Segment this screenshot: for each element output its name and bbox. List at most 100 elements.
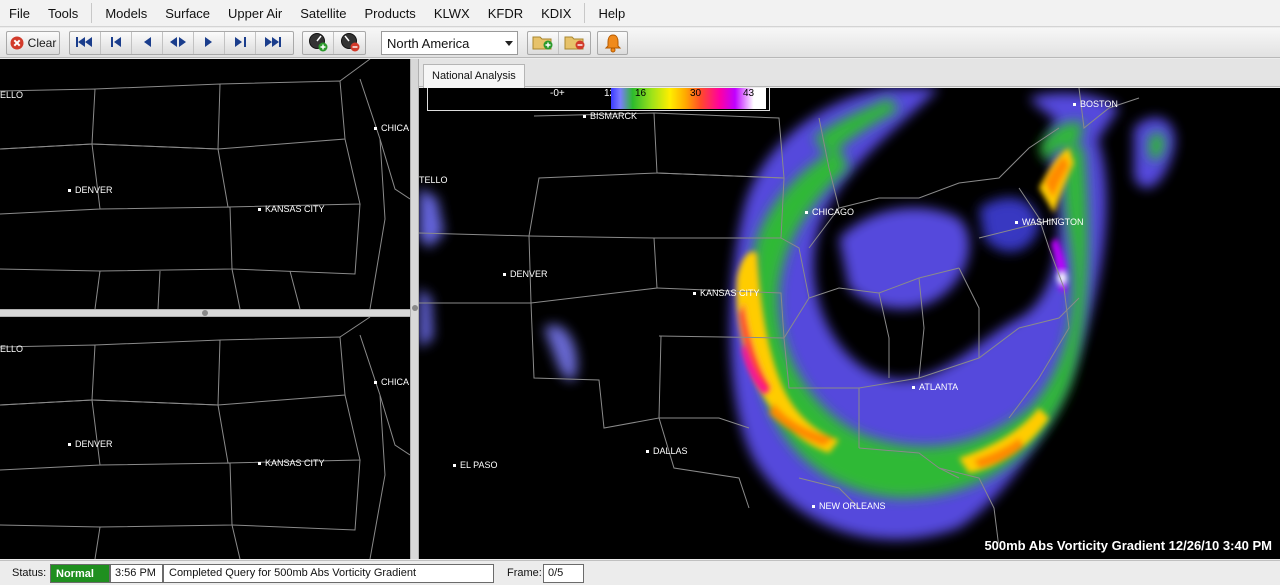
menu-satellite[interactable]: Satellite <box>291 0 355 27</box>
city-dot <box>912 386 915 390</box>
city-dot <box>1073 103 1076 107</box>
map-pane-top-left[interactable]: ELLO DENVER CHICA KANSAS CITY <box>0 59 410 309</box>
city-label: NEW ORLEANS <box>812 501 886 511</box>
clear-icon <box>10 36 24 50</box>
city-dot <box>374 381 377 385</box>
city-label: WASHINGTON <box>1015 217 1084 227</box>
city-dot <box>812 505 815 509</box>
speed-up-button[interactable] <box>303 32 334 54</box>
city-name: CHICAGO <box>812 207 855 217</box>
menu-kdix[interactable]: KDIX <box>532 0 580 27</box>
step-forward-button[interactable] <box>225 32 256 54</box>
city-dot <box>68 189 71 193</box>
last-frame-icon <box>263 36 281 50</box>
step-back-button[interactable] <box>101 32 132 54</box>
status-label: Status: <box>12 567 47 579</box>
city-name: DALLAS <box>653 446 688 456</box>
city-dot <box>1015 221 1018 225</box>
alert-bell-icon <box>603 33 623 53</box>
city-name: WASHINGTON <box>1022 217 1084 227</box>
loop-button[interactable] <box>163 32 194 54</box>
city-dot <box>503 273 506 277</box>
city-label: KANSAS CITY <box>693 288 760 298</box>
speed-up-icon <box>308 32 328 55</box>
state-borders <box>0 59 410 309</box>
city-dot <box>646 450 649 454</box>
city-label: KANSAS CITY <box>258 458 325 468</box>
menu-separator <box>584 3 586 23</box>
clear-button[interactable]: Clear <box>6 31 60 55</box>
city-label: DENVER <box>503 269 548 279</box>
folder-controls <box>527 31 591 55</box>
loop-icon <box>170 36 186 50</box>
menu-help[interactable]: Help <box>589 0 634 27</box>
legend-value: -0+ <box>550 88 565 99</box>
splitter-grip[interactable] <box>202 310 208 316</box>
last-frame-button[interactable] <box>256 32 287 54</box>
status-time: 3:56 PM <box>110 564 163 583</box>
clear-label: Clear <box>27 36 57 50</box>
city-label: KANSAS CITY <box>258 204 325 214</box>
status-message: Completed Query for 500mb Abs Vorticity … <box>163 564 494 583</box>
legend-value: 43 <box>743 88 755 99</box>
city-label: TELLO <box>419 175 448 185</box>
city-name: BISMARCK <box>590 111 638 121</box>
city-name: CHICA <box>381 123 410 133</box>
frame-label: Frame: <box>507 567 542 579</box>
speed-controls <box>302 31 366 55</box>
menu-tools[interactable]: Tools <box>39 0 87 27</box>
city-label: CHICA <box>374 123 409 133</box>
menu-klwx[interactable]: KLWX <box>425 0 479 27</box>
first-frame-button[interactable] <box>70 32 101 54</box>
city-label: DENVER <box>68 185 113 195</box>
frame-controls <box>69 31 294 55</box>
city-name: KANSAS CITY <box>265 458 325 468</box>
main-map-view[interactable]: -0+ 12 16 30 43 BISMARCK BOSTON TELLO CH… <box>419 88 1280 559</box>
forward-button[interactable] <box>194 32 225 54</box>
splitter-grip[interactable] <box>412 305 418 311</box>
state-borders <box>0 317 410 559</box>
map-pane-bottom-left[interactable]: ELLO DENVER CHICA KANSAS CITY <box>0 317 410 559</box>
city-label: ELLO <box>0 90 24 100</box>
city-name: KANSAS CITY <box>700 288 760 298</box>
city-dot <box>583 115 586 119</box>
speed-down-button[interactable] <box>334 32 365 54</box>
chevron-down-icon <box>505 41 513 46</box>
city-label: BOSTON <box>1073 99 1118 109</box>
city-dot <box>453 464 456 468</box>
menu-upper-air[interactable]: Upper Air <box>219 0 291 27</box>
step-back-icon <box>110 36 122 50</box>
back-icon <box>143 36 151 50</box>
speed-down-icon <box>340 32 360 55</box>
first-frame-icon <box>76 36 94 50</box>
city-dot <box>68 443 71 447</box>
city-label: EL PASO <box>453 460 498 470</box>
remove-folder-icon <box>564 33 586 54</box>
vertical-splitter[interactable] <box>410 59 419 559</box>
tab-national-analysis[interactable]: National Analysis <box>423 64 525 88</box>
city-label: CHICA <box>374 377 409 387</box>
color-legend: -0+ 12 16 30 43 <box>427 88 770 111</box>
alert-button[interactable] <box>597 31 628 55</box>
add-folder-icon <box>532 33 554 54</box>
region-select[interactable]: North America <box>381 31 518 55</box>
frame-counter: 0/5 <box>543 564 584 583</box>
add-folder-button[interactable] <box>528 32 559 54</box>
menu-surface[interactable]: Surface <box>156 0 219 27</box>
city-label: DALLAS <box>646 446 688 456</box>
menu-file[interactable]: File <box>0 0 39 27</box>
city-name: BOSTON <box>1080 99 1118 109</box>
menu-separator <box>91 3 93 23</box>
city-dot <box>374 127 377 131</box>
horizontal-splitter[interactable] <box>0 309 410 317</box>
city-name: NEW ORLEANS <box>819 501 886 511</box>
menu-kfdr[interactable]: KFDR <box>479 0 532 27</box>
menu-models[interactable]: Models <box>96 0 156 27</box>
legend-value: 16 <box>635 88 647 99</box>
back-button[interactable] <box>132 32 163 54</box>
menu-products[interactable]: Products <box>356 0 425 27</box>
remove-folder-button[interactable] <box>559 32 590 54</box>
city-name: DENVER <box>75 439 113 449</box>
city-name: ATLANTA <box>919 382 959 392</box>
city-label: CHICAGO <box>805 207 854 217</box>
